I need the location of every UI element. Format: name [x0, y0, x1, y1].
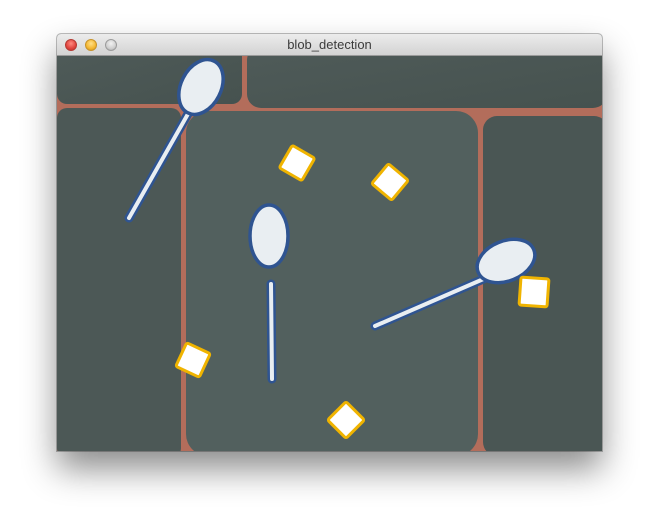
tile-center — [186, 111, 478, 451]
square-blob-3 — [517, 275, 551, 309]
blob-detection-view — [57, 56, 602, 451]
image-canvas — [57, 56, 602, 451]
tile-top-right — [247, 56, 602, 108]
window-title: blob_detection — [287, 37, 372, 52]
app-window: blob_detection — [57, 34, 602, 451]
title-bar[interactable]: blob_detection — [57, 34, 602, 56]
